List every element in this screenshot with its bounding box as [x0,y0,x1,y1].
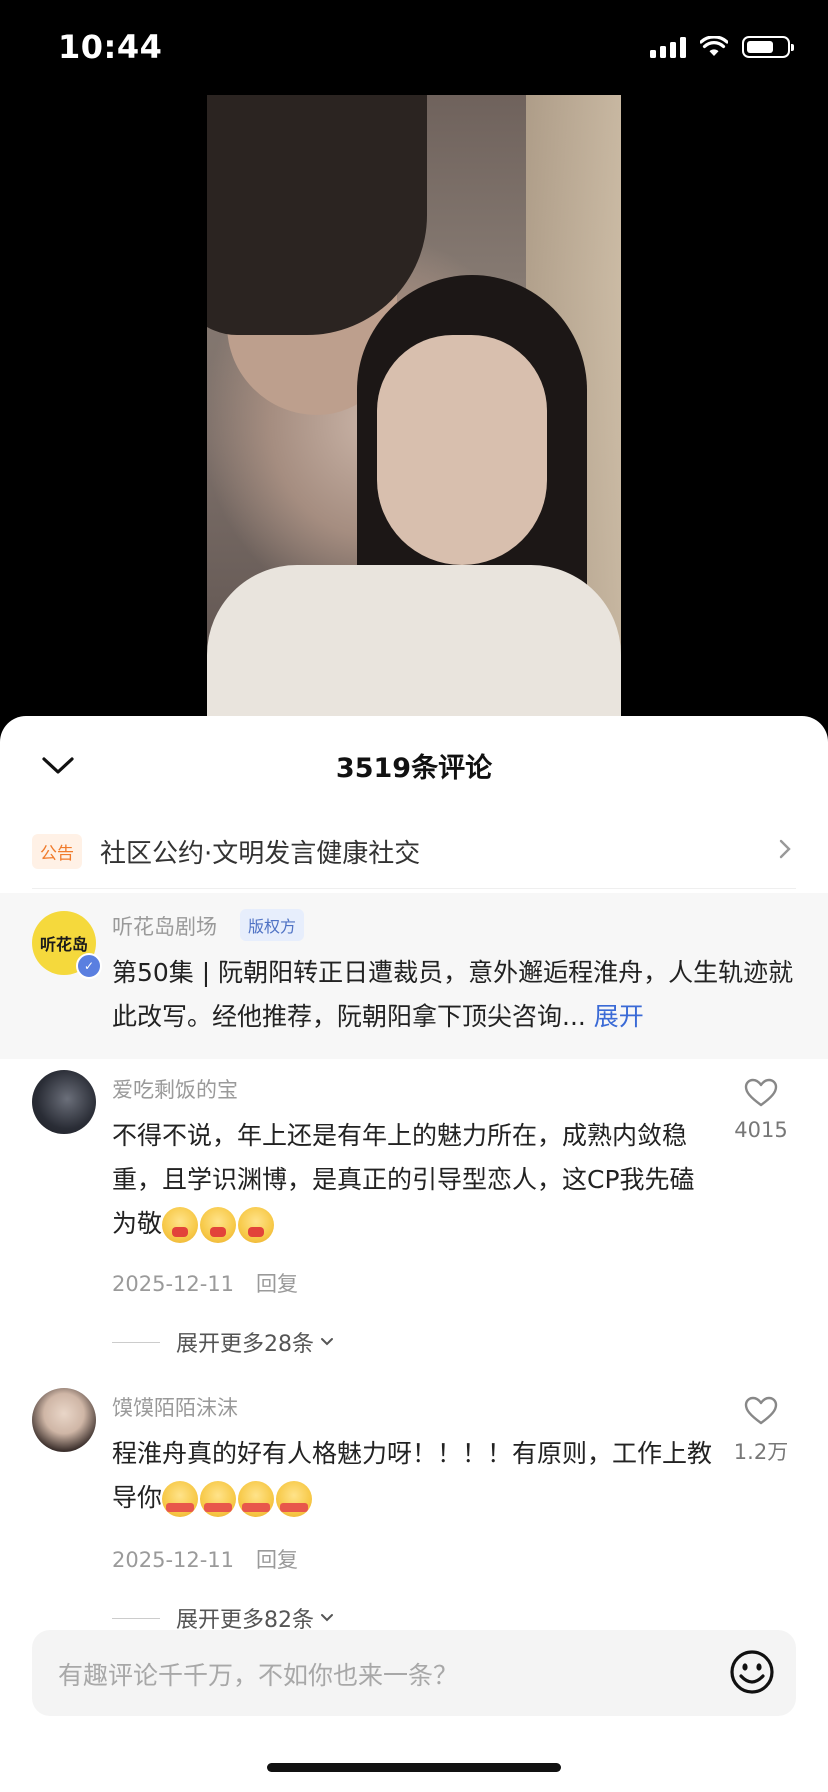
chevron-down-icon [321,1338,333,1346]
chevron-down-icon [321,1614,333,1622]
notice-text: 社区公约·文明发言健康社交 [100,839,421,869]
reply-button[interactable]: 回复 [256,1548,298,1572]
comment-text: 程淮舟真的好有人格魅力呀！！！！有原则，工作上教导你 [112,1432,712,1520]
drooling-emoji-icon [238,1207,275,1243]
comment-text: 第50集 | 阮朝阳转正日遭裁员，意外邂逅程淮舟，人生轨迹就此改写。经他推荐，阮… [112,951,802,1039]
copyright-badge: 版权方 [240,909,305,941]
wifi-icon [700,36,728,56]
comment-meta: 2025-12-11 回复 [112,1544,298,1574]
notice-badge: 公告 [32,834,82,869]
like-count: 1.2万 [733,1440,789,1464]
not-enough-emoji-icon [200,1481,237,1517]
like-button[interactable]: 1.2万 [716,1396,806,1466]
comment-meta: 2025-12-11 回复 [112,1268,298,1298]
comment-text: 不得不说，年上还是有年上的魅力所在，成熟内敛稳重，且学识渊博，是真正的引导型恋人… [112,1114,712,1246]
author-name[interactable]: 馍馍陌陌沫沫 [112,1392,238,1422]
sheet-header: 3519条评论 [0,716,828,816]
comment-input[interactable]: 有趣评论千千万，不如你也来一条？ [32,1630,796,1716]
expand-link[interactable]: 展开 [594,1002,644,1031]
heart-icon [744,1078,778,1107]
status-icons [650,36,794,58]
comment-date: 2025-12-11 [112,1548,235,1572]
pinned-comment[interactable]: 听花岛 ✓ 听花岛剧场 版权方 第50集 | 阮朝阳转正日遭裁员，意外邂逅程淮舟… [0,893,828,1059]
expand-replies-button[interactable]: 展开更多28条 [112,1326,334,1358]
home-indicator [267,1763,561,1772]
not-enough-emoji-icon [162,1481,199,1517]
smile-emoji-icon[interactable] [728,1648,776,1696]
comments-count-title: 3519条评论 [335,753,493,784]
avatar[interactable] [32,1070,96,1134]
pinned-text: 第50集 | 阮朝阳转正日遭裁员，意外邂逅程淮舟，人生轨迹就此改写。经他推荐，阮… [112,958,794,1031]
avatar[interactable]: 听花岛 ✓ [32,911,102,979]
reply-button[interactable]: 回复 [256,1272,298,1296]
heart-icon [744,1396,778,1425]
like-button[interactable]: 4015 [716,1078,806,1142]
battery-icon [742,36,794,58]
avatar[interactable] [32,1388,96,1452]
video-frame[interactable] [207,95,621,725]
drooling-emoji-icon [162,1207,199,1243]
like-count: 4015 [734,1118,788,1142]
drooling-emoji-icon [200,1207,237,1243]
author-name[interactable]: 爱吃剩饭的宝 [112,1074,238,1104]
status-time: 10:44 [58,28,163,66]
expand-replies-label: 展开更多28条 [176,1332,314,1357]
signal-icon [650,36,686,58]
chevron-right-icon [779,839,791,859]
status-bar: 10:44 [0,0,828,96]
comment-item: 爱吃剩饭的宝 不得不说，年上还是有年上的魅力所在，成熟内敛稳重，且学识渊博，是真… [0,1058,828,1357]
not-enough-emoji-icon [276,1481,313,1517]
comment-date: 2025-12-11 [112,1272,235,1296]
author-name[interactable]: 听花岛剧场 [112,911,217,941]
comment-input-placeholder: 有趣评论千千万，不如你也来一条？ [58,1661,459,1690]
verified-icon: ✓ [76,953,102,979]
community-notice[interactable]: 公告 社区公约·文明发言健康社交 [32,816,796,889]
not-enough-emoji-icon [238,1481,275,1517]
avatar-text: 听花岛 [39,935,88,954]
